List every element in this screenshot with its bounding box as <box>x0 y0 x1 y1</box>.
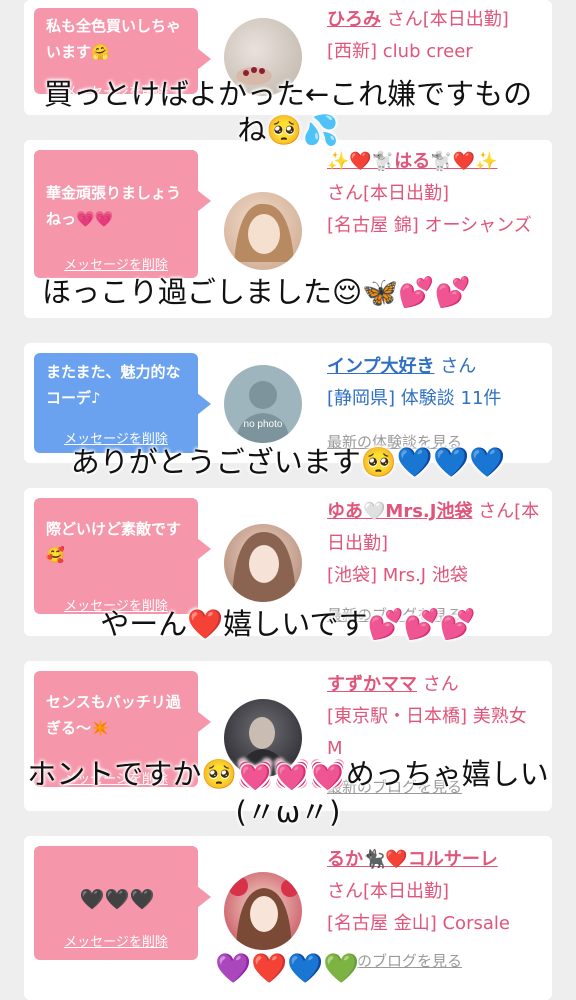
avatar-image <box>232 532 296 602</box>
no-photo-icon: no photo <box>236 381 290 443</box>
user-honorific: さん <box>440 356 477 377</box>
message-text: 華金頑張りましょうねっ💗💗 <box>46 184 182 228</box>
message-text: 私も全色買いしちゃいます🤗 <box>46 17 182 61</box>
user-info: るか🐈‍⬛❤️コルサーレ さん[本日出勤] [名古屋 金山] Corsale <box>327 844 547 940</box>
user-details: [池袋] Mrs.J 池袋 <box>327 565 468 586</box>
user-name-link[interactable]: インプ大好き <box>327 356 434 377</box>
message-bubble: またまた、魅力的なコーデ♪ メッセージを削除 <box>34 353 211 453</box>
user-info: すずかママ さん [東京駅・日本橋] 美熟女 M <box>327 669 547 765</box>
overlay-caption: ね🥺💦 <box>237 113 339 147</box>
user-details: [名古屋 金山] Corsale <box>327 913 510 934</box>
user-details: [西新] club creer <box>327 41 473 62</box>
delete-message-link[interactable]: メッセージを削除 <box>34 930 198 956</box>
user-name-link[interactable]: るか🐈‍⬛❤️コルサーレ <box>327 849 498 870</box>
message-bubble: 🖤🖤🖤 メッセージを削除 <box>34 846 211 960</box>
overlay-caption: 💜❤️💙💚 <box>215 951 360 985</box>
avatar[interactable]: no photo <box>224 365 302 443</box>
message-text: 際どいけど素敵です🥰 <box>46 520 182 564</box>
overlay-caption: 買っとけばよかった←これ嫌ですもの <box>43 77 533 111</box>
message-text: センスもバッチリ過ぎる〜✴️ <box>46 693 181 737</box>
user-info: ひろみ さん[本日出勤] [西新] club creer <box>327 4 547 68</box>
overlay-caption: (〃ω〃) <box>235 795 341 829</box>
message-bubble: 華金頑張りましょうねっ💗💗 メッセージを削除 <box>34 150 211 278</box>
avatar-text: no photo <box>244 419 283 430</box>
user-info: インプ大好き さん [静岡県] 体験談 11件 <box>327 351 547 415</box>
overlay-caption: ホントですか🥺💓💓💓めっちゃ嬉しい <box>27 757 549 791</box>
avatar-image <box>228 876 299 950</box>
user-details: [名古屋 錦] オーシャンズ <box>327 215 532 236</box>
user-honorific: さん[本日出勤] <box>327 183 450 204</box>
user-name-link[interactable]: ゆあ🤍Mrs.J池袋 <box>327 501 472 522</box>
overlay-caption: ほっこり過ごしました😌🦋💕💕 <box>42 275 471 309</box>
avatar-image <box>234 203 294 262</box>
user-honorific: さん[本日出勤] <box>386 9 509 30</box>
avatar[interactable] <box>224 192 302 270</box>
user-details: [静岡県] 体験談 11件 <box>327 388 502 409</box>
message-bubble: 際どいけど素敵です🥰 メッセージを削除 <box>34 498 211 614</box>
overlay-caption: やーん❤️嬉しいです💕💕💕 <box>100 607 476 641</box>
user-honorific: さん <box>422 674 459 695</box>
overlay-caption: ありがとうございます🥺💙💙💙 <box>70 445 506 479</box>
avatar[interactable] <box>224 872 302 950</box>
user-name-link[interactable]: ひろみ <box>327 9 381 30</box>
avatar[interactable] <box>224 524 302 602</box>
user-honorific: さん[本日出勤] <box>327 881 450 902</box>
user-name-link[interactable]: ✨❤️🐩はる🐩❤️✨ <box>327 151 497 172</box>
message-text: またまた、魅力的なコーデ♪ <box>46 363 181 407</box>
user-details: [東京駅・日本橋] 美熟女 M <box>327 706 527 759</box>
user-name-link[interactable]: すずかママ <box>327 674 417 695</box>
user-info: ✨❤️🐩はる🐩❤️✨ さん[本日出勤] [名古屋 錦] オーシャンズ <box>327 146 547 242</box>
user-info: ゆあ🤍Mrs.J池袋 さん[本日出勤] [池袋] Mrs.J 池袋 <box>327 496 547 592</box>
message-text: 🖤🖤🖤 <box>79 887 155 911</box>
